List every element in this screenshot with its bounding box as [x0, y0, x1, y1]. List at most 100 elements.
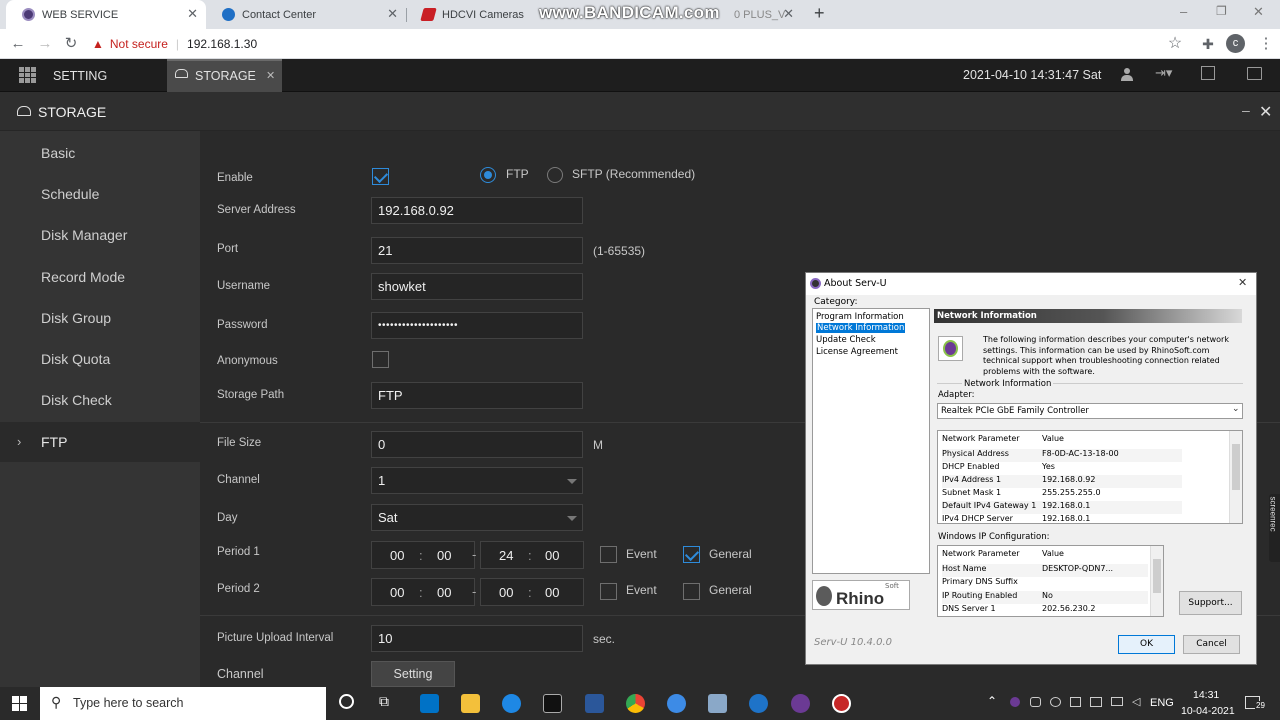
- ok-button[interactable]: OK: [1118, 635, 1175, 654]
- period2-start-minute[interactable]: 00: [437, 585, 451, 600]
- new-tab-button[interactable]: +: [814, 3, 825, 24]
- close-icon[interactable]: ✕: [187, 6, 198, 22]
- anonymous-checkbox[interactable]: [372, 351, 389, 368]
- upload-interval-input[interactable]: 10: [371, 625, 583, 652]
- reload-icon[interactable]: ↻: [61, 34, 81, 54]
- task-view-icon[interactable]: ⧉: [379, 693, 389, 710]
- record-icon[interactable]: [832, 694, 851, 713]
- back-arrow-icon[interactable]: ←: [8, 34, 28, 54]
- tray-app-icon[interactable]: [1030, 697, 1041, 707]
- tray-app-icon[interactable]: [1050, 697, 1061, 707]
- language-indicator[interactable]: ENG: [1150, 697, 1174, 709]
- app-icon[interactable]: [502, 694, 521, 713]
- sidebar-item-disk-manager[interactable]: Disk Manager: [0, 215, 200, 255]
- windows-ip-grid[interactable]: Network Parameter Value Host Name DESKTOP…: [937, 545, 1164, 617]
- channel-select[interactable]: 1: [371, 467, 583, 494]
- port-input[interactable]: 21: [371, 237, 583, 264]
- cancel-button[interactable]: Cancel: [1183, 635, 1240, 654]
- tray-servu-icon[interactable]: [1010, 697, 1020, 707]
- sidebar-item-disk-check[interactable]: Disk Check: [0, 380, 200, 420]
- monitor-icon[interactable]: [1247, 67, 1262, 80]
- period1-event-checkbox[interactable]: [600, 546, 617, 563]
- period2-start-hour[interactable]: 00: [390, 585, 404, 600]
- outlook-icon[interactable]: [420, 694, 439, 713]
- battery-icon[interactable]: [1111, 697, 1123, 706]
- logout-icon[interactable]: ⇥▾: [1155, 65, 1172, 81]
- category-item[interactable]: Program Information: [816, 312, 904, 322]
- close-window-icon[interactable]: ✕: [1253, 4, 1264, 20]
- file-explorer-icon[interactable]: [461, 694, 480, 713]
- sidebar-item-basic[interactable]: Basic: [0, 133, 200, 173]
- network-icon[interactable]: [1090, 697, 1102, 707]
- period2-start-time[interactable]: 00 : 00: [371, 578, 475, 606]
- sidebar-item-disk-group[interactable]: Disk Group: [0, 298, 200, 338]
- period1-end-time[interactable]: 24 : 00: [480, 541, 584, 569]
- close-icon[interactable]: ✕: [387, 6, 398, 22]
- period1-end-minute[interactable]: 00: [545, 548, 559, 563]
- sftp-radio[interactable]: [547, 167, 563, 183]
- close-panel-icon[interactable]: ✕: [1259, 102, 1272, 122]
- grid-scrollbar[interactable]: [1229, 431, 1242, 523]
- file-size-input[interactable]: 0: [371, 431, 583, 458]
- period2-end-hour[interactable]: 00: [499, 585, 513, 600]
- bookmark-star-icon[interactable]: ☆: [1165, 34, 1185, 54]
- app-icon[interactable]: [708, 694, 727, 713]
- browser-tab-web-service[interactable]: WEB SERVICE ✕: [6, 0, 206, 29]
- sidebar-item-disk-quota[interactable]: Disk Quota: [0, 339, 200, 379]
- period1-end-hour[interactable]: 24: [499, 548, 513, 563]
- category-item[interactable]: Update Check: [816, 335, 876, 345]
- windows-start-icon[interactable]: [12, 696, 27, 711]
- period1-start-hour[interactable]: 00: [390, 548, 404, 563]
- password-input[interactable]: ••••••••••••••••••••: [371, 312, 583, 339]
- setting-menu-label[interactable]: SETTING: [53, 69, 107, 83]
- close-dialog-icon[interactable]: ✕: [1238, 276, 1247, 289]
- category-item-selected[interactable]: Network Information: [816, 323, 906, 333]
- terminal-icon[interactable]: [543, 694, 562, 713]
- qr-code-icon[interactable]: [1201, 66, 1215, 80]
- period1-start-time[interactable]: 00 : 00: [371, 541, 475, 569]
- server-address-input[interactable]: 192.168.0.92: [371, 197, 583, 224]
- grid-scrollbar[interactable]: [1150, 546, 1163, 616]
- chrome-icon[interactable]: [626, 694, 645, 713]
- storage-path-input[interactable]: FTP: [371, 382, 583, 409]
- taskbar-search-box[interactable]: ⚲ Type here to search: [40, 687, 326, 720]
- minimize-panel-icon[interactable]: –: [1242, 102, 1250, 118]
- support-button[interactable]: Support...: [1179, 591, 1242, 615]
- taskbar-date[interactable]: 10-04-2021: [1181, 705, 1235, 717]
- forward-arrow-icon[interactable]: →: [35, 34, 55, 54]
- ftp-radio[interactable]: [480, 167, 496, 183]
- edge-icon[interactable]: [749, 694, 768, 713]
- servu-icon[interactable]: [791, 694, 810, 713]
- url-bar[interactable]: ▲ Not secure | 192.168.1.30: [92, 33, 1192, 55]
- period2-general-checkbox[interactable]: [683, 583, 700, 600]
- period1-start-minute[interactable]: 00: [437, 548, 451, 563]
- day-select[interactable]: Sat: [371, 504, 583, 531]
- minimize-window-icon[interactable]: –: [1180, 4, 1187, 19]
- user-icon[interactable]: [1121, 68, 1133, 81]
- scrollbar-thumb[interactable]: [1232, 444, 1240, 490]
- grid-menu-icon[interactable]: [19, 67, 36, 83]
- close-icon[interactable]: ✕: [783, 6, 794, 22]
- browser-tab-contact-center[interactable]: Contact Center ✕: [206, 0, 407, 29]
- period2-end-time[interactable]: 00 : 00: [480, 578, 584, 606]
- sidebar-item-record-mode[interactable]: Record Mode: [0, 257, 200, 297]
- volume-icon[interactable]: ◁: [1132, 695, 1140, 708]
- adapter-select[interactable]: Realtek PCIe GbE Family Controller ⌄: [937, 403, 1243, 419]
- taskbar-time[interactable]: 14:31: [1193, 689, 1219, 701]
- extensions-puzzle-icon[interactable]: ✚: [1198, 34, 1218, 54]
- sidebar-item-ftp[interactable]: › FTP: [0, 422, 200, 462]
- word-icon[interactable]: [585, 694, 604, 713]
- network-parameter-grid[interactable]: Network Parameter Value Physical Address…: [937, 430, 1243, 524]
- storage-tab[interactable]: STORAGE ✕: [167, 59, 282, 92]
- sidebar-item-schedule[interactable]: Schedule: [0, 174, 200, 214]
- tray-chevron-up-icon[interactable]: ⌃: [987, 694, 997, 708]
- maximize-window-icon[interactable]: ❐: [1216, 4, 1227, 18]
- setting-button[interactable]: Setting: [371, 661, 455, 687]
- app-icon[interactable]: [667, 694, 686, 713]
- period2-event-checkbox[interactable]: [600, 583, 617, 600]
- period1-general-checkbox[interactable]: [683, 546, 700, 563]
- close-tab-icon[interactable]: ✕: [266, 69, 275, 82]
- category-item[interactable]: License Agreement: [816, 347, 898, 357]
- browser-menu-icon[interactable]: ⋮: [1256, 34, 1276, 54]
- tray-app-icon[interactable]: [1070, 697, 1081, 707]
